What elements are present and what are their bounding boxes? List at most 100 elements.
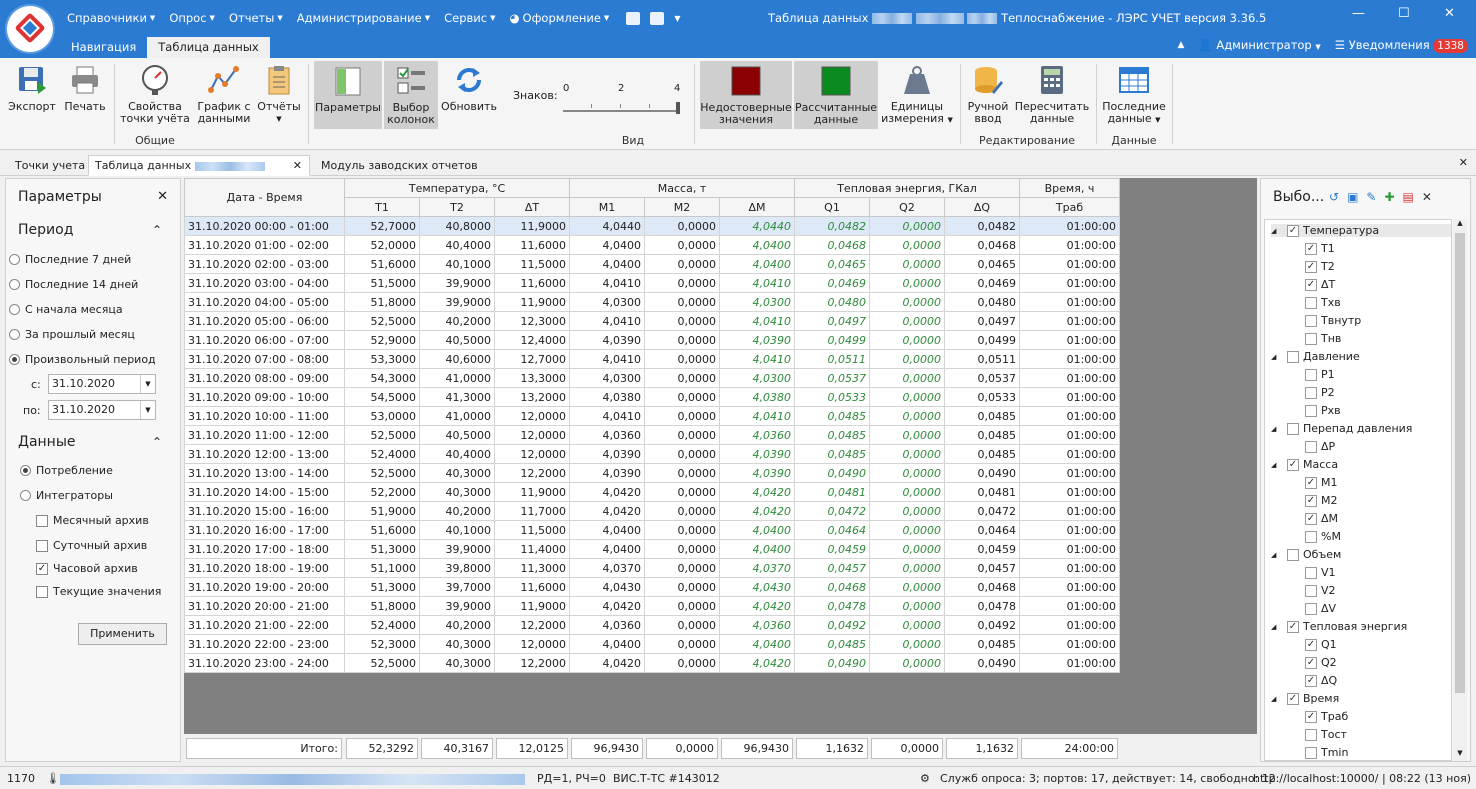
save-icon[interactable] [626,11,641,25]
tree-item[interactable]: ΔP [1265,440,1335,453]
table-cell[interactable]: 01:00:00 [1019,615,1120,635]
column-header[interactable]: ΔM [719,197,795,217]
checkbox[interactable]: ✓ [1287,620,1299,633]
doc-tab-data-table[interactable]: Таблица данных ✕ [88,155,310,176]
table-cell[interactable]: 12,4000 [494,330,570,350]
data-graph-button[interactable]: График с данными [194,60,254,125]
collapse-data-icon[interactable]: ⌃ [152,435,162,449]
tree-group[interactable]: ◢ ✓ Температура [1271,224,1451,237]
table-cell[interactable]: 4,0400 [719,634,795,654]
tree-item[interactable]: Pхв [1265,404,1341,417]
table-cell[interactable]: 52,7000 [344,216,420,236]
meter-point-properties-button[interactable]: Свойства точки учёта [120,60,190,125]
table-cell[interactable]: 0,0533 [944,387,1020,407]
tree-item[interactable]: ✓ M1 [1265,476,1338,489]
table-cell[interactable]: 41,3000 [419,387,495,407]
tree-item[interactable]: Tвнутр [1265,314,1361,327]
tree-item[interactable]: Tнв [1265,332,1341,345]
checkbox[interactable] [1305,440,1317,453]
table-cell[interactable]: 12,0000 [494,425,570,445]
table-cell[interactable]: 4,0400 [719,254,795,274]
table-cell[interactable]: 01:00:00 [1019,292,1120,312]
table-cell[interactable]: 40,3000 [419,653,495,673]
table-cell[interactable]: 0,0482 [944,216,1020,236]
tree-group[interactable]: ◢ Давление [1271,350,1360,363]
table-cell[interactable]: 31.10.2020 17:00 - 18:00 [184,539,345,559]
table-cell[interactable]: 0,0000 [644,463,720,483]
checkbox[interactable] [1305,728,1317,741]
panel-close-icon[interactable]: ✕ [157,189,168,204]
table-cell[interactable]: 0,0000 [644,406,720,426]
table-cell[interactable]: 0,0469 [794,273,870,293]
table-cell[interactable]: 31.10.2020 01:00 - 02:00 [184,235,345,255]
tree-group[interactable]: ◢ ✓ Масса [1271,458,1338,471]
checkbox[interactable]: ✓ [1305,710,1317,723]
table-cell[interactable]: 40,6000 [419,349,495,369]
table-row[interactable]: 31.10.2020 17:00 - 18:00 51,3000 39,9000 11… [184,539,1120,559]
table-row[interactable]: 31.10.2020 11:00 - 12:00 52,5000 40,5000 12… [184,425,1120,445]
table-cell[interactable]: 0,0000 [644,330,720,350]
table-cell[interactable]: 4,0420 [719,501,795,521]
table-cell[interactable]: 4,0400 [719,520,795,540]
table-cell[interactable]: 01:00:00 [1019,558,1120,578]
table-cell[interactable]: 4,0400 [569,235,645,255]
checkbox[interactable]: ✓ [1287,692,1299,705]
table-cell[interactable]: 0,0000 [644,634,720,654]
tree-scrollbar[interactable]: ▲ ▼ [1453,219,1467,761]
table-cell[interactable]: 4,0420 [719,482,795,502]
table-cell[interactable]: 4,0410 [569,273,645,293]
table-cell[interactable]: 0,0000 [644,539,720,559]
table-cell[interactable]: 51,3000 [344,577,420,597]
table-cell[interactable]: 4,0420 [719,596,795,616]
menu-appearance[interactable]: ◕ Оформление ▼ [502,11,616,25]
table-cell[interactable]: 01:00:00 [1019,425,1120,445]
tree-item[interactable]: ✓ Q2 [1265,656,1337,669]
table-cell[interactable]: 39,9000 [419,596,495,616]
table-cell[interactable]: 31.10.2020 08:00 - 09:00 [184,368,345,388]
table-cell[interactable]: 31.10.2020 14:00 - 15:00 [184,482,345,502]
table-cell[interactable]: 4,0370 [569,558,645,578]
table-cell[interactable]: 31.10.2020 18:00 - 19:00 [184,558,345,578]
table-cell[interactable]: 41,0000 [419,406,495,426]
table-cell[interactable]: 40,3000 [419,634,495,654]
table-cell[interactable]: 0,0499 [944,330,1020,350]
checkbox[interactable] [1305,368,1317,381]
table-cell[interactable]: 01:00:00 [1019,501,1120,521]
table-cell[interactable]: 4,0400 [569,520,645,540]
table-cell[interactable]: 0,0000 [869,368,945,388]
checkbox[interactable] [1305,602,1317,615]
table-row[interactable]: 31.10.2020 14:00 - 15:00 52,2000 40,3000 11… [184,482,1120,502]
save-layout-icon[interactable]: ▣ [1347,190,1358,204]
checkbox[interactable]: ✓ [1305,260,1317,273]
table-cell[interactable]: 0,0459 [944,539,1020,559]
table-cell[interactable]: 0,0000 [869,349,945,369]
checkbox-monthly-archive[interactable]: Месячный архив [36,514,149,527]
table-cell[interactable]: 0,0537 [794,368,870,388]
customize-qat-icon[interactable]: ▼ [674,14,680,23]
table-cell[interactable]: 01:00:00 [1019,653,1120,673]
table-cell[interactable]: 52,5000 [344,463,420,483]
table-cell[interactable]: 40,1000 [419,520,495,540]
table-cell[interactable]: 40,2000 [419,615,495,635]
table-cell[interactable]: 39,9000 [419,273,495,293]
table-cell[interactable]: 01:00:00 [1019,368,1120,388]
table-cell[interactable]: 4,0420 [569,596,645,616]
tab-data-table[interactable]: Таблица данных [147,37,270,58]
table-cell[interactable]: 52,9000 [344,330,420,350]
table-cell[interactable]: 0,0485 [944,634,1020,654]
column-header[interactable]: M1 [569,197,645,217]
table-row[interactable]: 31.10.2020 12:00 - 13:00 52,4000 40,4000 12… [184,444,1120,464]
table-cell[interactable]: 31.10.2020 04:00 - 05:00 [184,292,345,312]
table-row[interactable]: 31.10.2020 13:00 - 14:00 52,5000 40,3000 12… [184,463,1120,483]
menu-reports[interactable]: Отчеты ▼ [222,11,290,25]
table-cell[interactable]: 0,0000 [869,558,945,578]
table-row[interactable]: 31.10.2020 07:00 - 08:00 53,3000 40,6000 12… [184,349,1120,369]
table-cell[interactable]: 01:00:00 [1019,330,1120,350]
table-cell[interactable]: 0,0464 [794,520,870,540]
table-cell[interactable]: 0,0000 [644,311,720,331]
table-cell[interactable]: 4,0430 [719,577,795,597]
table-cell[interactable]: 53,0000 [344,406,420,426]
table-cell[interactable]: 4,0420 [569,482,645,502]
table-cell[interactable]: 11,7000 [494,501,570,521]
table-cell[interactable]: 52,5000 [344,425,420,445]
